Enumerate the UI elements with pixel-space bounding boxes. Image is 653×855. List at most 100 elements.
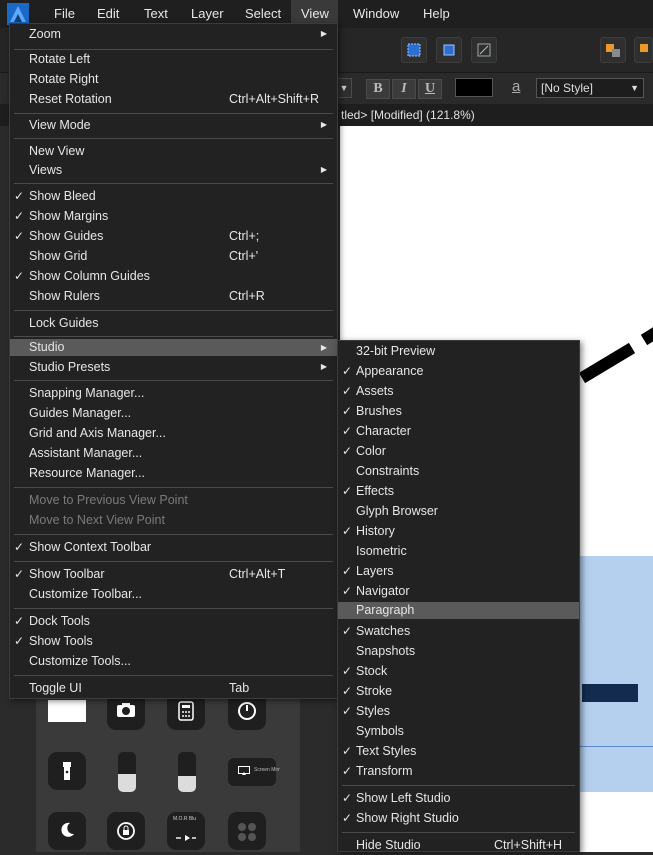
studio-item-styles[interactable]: ✓ Styles — [338, 701, 579, 721]
submenu-arrow-icon: ▶ — [320, 29, 327, 38]
studio-item-brushes[interactable]: ✓ Brushes — [338, 401, 579, 421]
menu-item-studio[interactable]: Studio ▶ — [10, 339, 337, 356]
menu-item-studio-presets[interactable]: Studio Presets ▶ — [10, 357, 337, 377]
menu-window[interactable]: Window — [343, 0, 409, 28]
menu-item-customize-toolbar[interactable]: Customize Toolbar... — [10, 584, 337, 604]
studio-item-stroke[interactable]: ✓ Stroke — [338, 681, 579, 701]
italic-button[interactable]: I — [392, 79, 416, 99]
studio-item-swatches[interactable]: ✓ Swatches — [338, 621, 579, 641]
check-icon: ✓ — [342, 684, 353, 698]
check-icon: ✓ — [14, 229, 25, 243]
menu-item-guides-manager[interactable]: Guides Manager... — [10, 403, 337, 423]
menu-item-lock-guides[interactable]: Lock Guides — [10, 313, 337, 333]
studio-item-snapshots[interactable]: Snapshots — [338, 641, 579, 661]
menu-item-grid-axis-manager[interactable]: Grid and Axis Manager... — [10, 423, 337, 443]
check-icon: ✓ — [342, 791, 353, 805]
navy-shape[interactable] — [582, 684, 638, 702]
studio-item-show-left-studio[interactable]: ✓ Show Left Studio — [338, 788, 579, 808]
menu-separator — [14, 310, 333, 311]
studio-item-stock[interactable]: ✓ Stock — [338, 661, 579, 681]
screen-mirror-icon — [238, 766, 250, 775]
menu-item-rotate-left[interactable]: Rotate Left — [10, 49, 337, 69]
bold-button[interactable]: B — [366, 79, 390, 99]
menu-help[interactable]: Help — [413, 0, 460, 28]
studio-item-effects[interactable]: ✓ Effects — [338, 481, 579, 501]
arrange-icon — [606, 44, 620, 57]
camera-icon — [117, 703, 135, 717]
menu-item-views[interactable]: Views ▶ — [10, 160, 337, 180]
studio-item-isometric[interactable]: Isometric — [338, 541, 579, 561]
arrange-back-button[interactable] — [634, 37, 653, 63]
menu-separator — [342, 832, 575, 833]
menu-item-snapping-manager[interactable]: Snapping Manager... — [10, 383, 337, 403]
studio-item-hide-studio[interactable]: Hide Studio Ctrl+Shift+H — [338, 835, 579, 855]
character-icon-label: a — [512, 78, 521, 95]
menu-item-show-margins[interactable]: ✓ Show Margins — [10, 206, 337, 226]
studio-item-symbols[interactable]: Symbols — [338, 721, 579, 741]
document-tab-title[interactable]: tled> [Modified] (121.8%) — [341, 108, 475, 122]
size-dropdown[interactable]: ▼ — [336, 78, 352, 98]
menu-item-show-grid[interactable]: Show Grid Ctrl+' — [10, 246, 337, 266]
menu-item-rotate-right[interactable]: Rotate Right — [10, 69, 337, 89]
menu-item-resource-manager[interactable]: Resource Manager... — [10, 463, 337, 483]
snap-bounds-button[interactable] — [436, 37, 462, 63]
menu-item-assistant-manager[interactable]: Assistant Manager... — [10, 443, 337, 463]
studio-item-32bit-preview[interactable]: 32-bit Preview — [338, 341, 579, 361]
menu-separator — [14, 183, 333, 184]
dashed-line-shape[interactable] — [570, 320, 653, 390]
volume-slider-fill — [118, 774, 136, 792]
menu-item-view-mode[interactable]: View Mode ▶ — [10, 115, 337, 135]
studio-item-glyph-browser[interactable]: Glyph Browser — [338, 501, 579, 521]
view-menu: Zoom ▶ Rotate Left Rotate Right Reset Rot… — [9, 23, 338, 699]
studio-item-navigator[interactable]: ✓ Navigator — [338, 581, 579, 601]
menu-item-show-tools[interactable]: ✓ Show Tools — [10, 631, 337, 651]
rotation-lock-tile — [107, 812, 145, 850]
snap-bounds-icon — [443, 44, 455, 56]
menu-separator — [14, 487, 333, 488]
studio-item-history[interactable]: ✓ History — [338, 521, 579, 541]
studio-item-paragraph[interactable]: Paragraph — [338, 602, 579, 619]
connectivity-tile — [228, 812, 266, 850]
snap-geometry-button[interactable] — [471, 37, 497, 63]
brightness-slider — [178, 752, 196, 792]
menu-item-customize-tools[interactable]: Customize Tools... — [10, 651, 337, 671]
play-icon — [176, 835, 196, 841]
snap-grid-button[interactable] — [401, 37, 427, 63]
check-icon: ✓ — [342, 444, 353, 458]
check-icon: ✓ — [342, 424, 353, 438]
check-icon: ✓ — [342, 624, 353, 638]
menu-item-show-bleed[interactable]: ✓ Show Bleed — [10, 186, 337, 206]
menu-separator — [14, 336, 333, 337]
studio-item-character[interactable]: ✓ Character — [338, 421, 579, 441]
check-icon: ✓ — [342, 744, 353, 758]
underline-button[interactable]: U — [418, 79, 442, 99]
menu-item-dock-tools[interactable]: ✓ Dock Tools — [10, 611, 337, 631]
character-panel-icon[interactable]: a — [512, 78, 520, 95]
menu-item-show-toolbar[interactable]: ✓ Show Toolbar Ctrl+Alt+T — [10, 564, 337, 584]
menu-item-reset-rotation[interactable]: Reset Rotation Ctrl+Alt+Shift+R — [10, 89, 337, 109]
studio-item-show-right-studio[interactable]: ✓ Show Right Studio — [338, 808, 579, 828]
check-icon: ✓ — [14, 540, 25, 554]
now-playing-label: M.O.R Blu — [173, 816, 197, 822]
arrange-button[interactable] — [600, 37, 626, 63]
menu-item-show-column-guides[interactable]: ✓ Show Column Guides — [10, 266, 337, 286]
check-icon: ✓ — [14, 614, 25, 628]
fill-color-swatch[interactable] — [455, 78, 493, 97]
menu-item-show-context-toolbar[interactable]: ✓ Show Context Toolbar — [10, 537, 337, 557]
menu-item-zoom[interactable]: Zoom ▶ — [10, 24, 337, 44]
studio-item-appearance[interactable]: ✓ Appearance — [338, 361, 579, 381]
menu-item-show-guides[interactable]: ✓ Show Guides Ctrl+; — [10, 226, 337, 246]
studio-item-color[interactable]: ✓ Color — [338, 441, 579, 461]
menu-item-show-rulers[interactable]: Show Rulers Ctrl+R — [10, 286, 337, 306]
studio-item-constraints[interactable]: Constraints — [338, 461, 579, 481]
screen-mirror-label: Screen Mirr — [254, 767, 280, 773]
studio-submenu: 32-bit Preview ✓ Appearance ✓ Assets ✓ Brus… — [337, 340, 580, 852]
check-icon: ✓ — [14, 269, 25, 283]
text-style-select[interactable]: [No Style] ▼ — [536, 78, 644, 98]
menu-item-toggle-ui[interactable]: Toggle UI Tab — [10, 678, 337, 698]
studio-item-text-styles[interactable]: ✓ Text Styles — [338, 741, 579, 761]
studio-item-assets[interactable]: ✓ Assets — [338, 381, 579, 401]
menu-item-new-view[interactable]: New View — [10, 141, 337, 161]
studio-item-layers[interactable]: ✓ Layers — [338, 561, 579, 581]
studio-item-transform[interactable]: ✓ Transform — [338, 761, 579, 781]
